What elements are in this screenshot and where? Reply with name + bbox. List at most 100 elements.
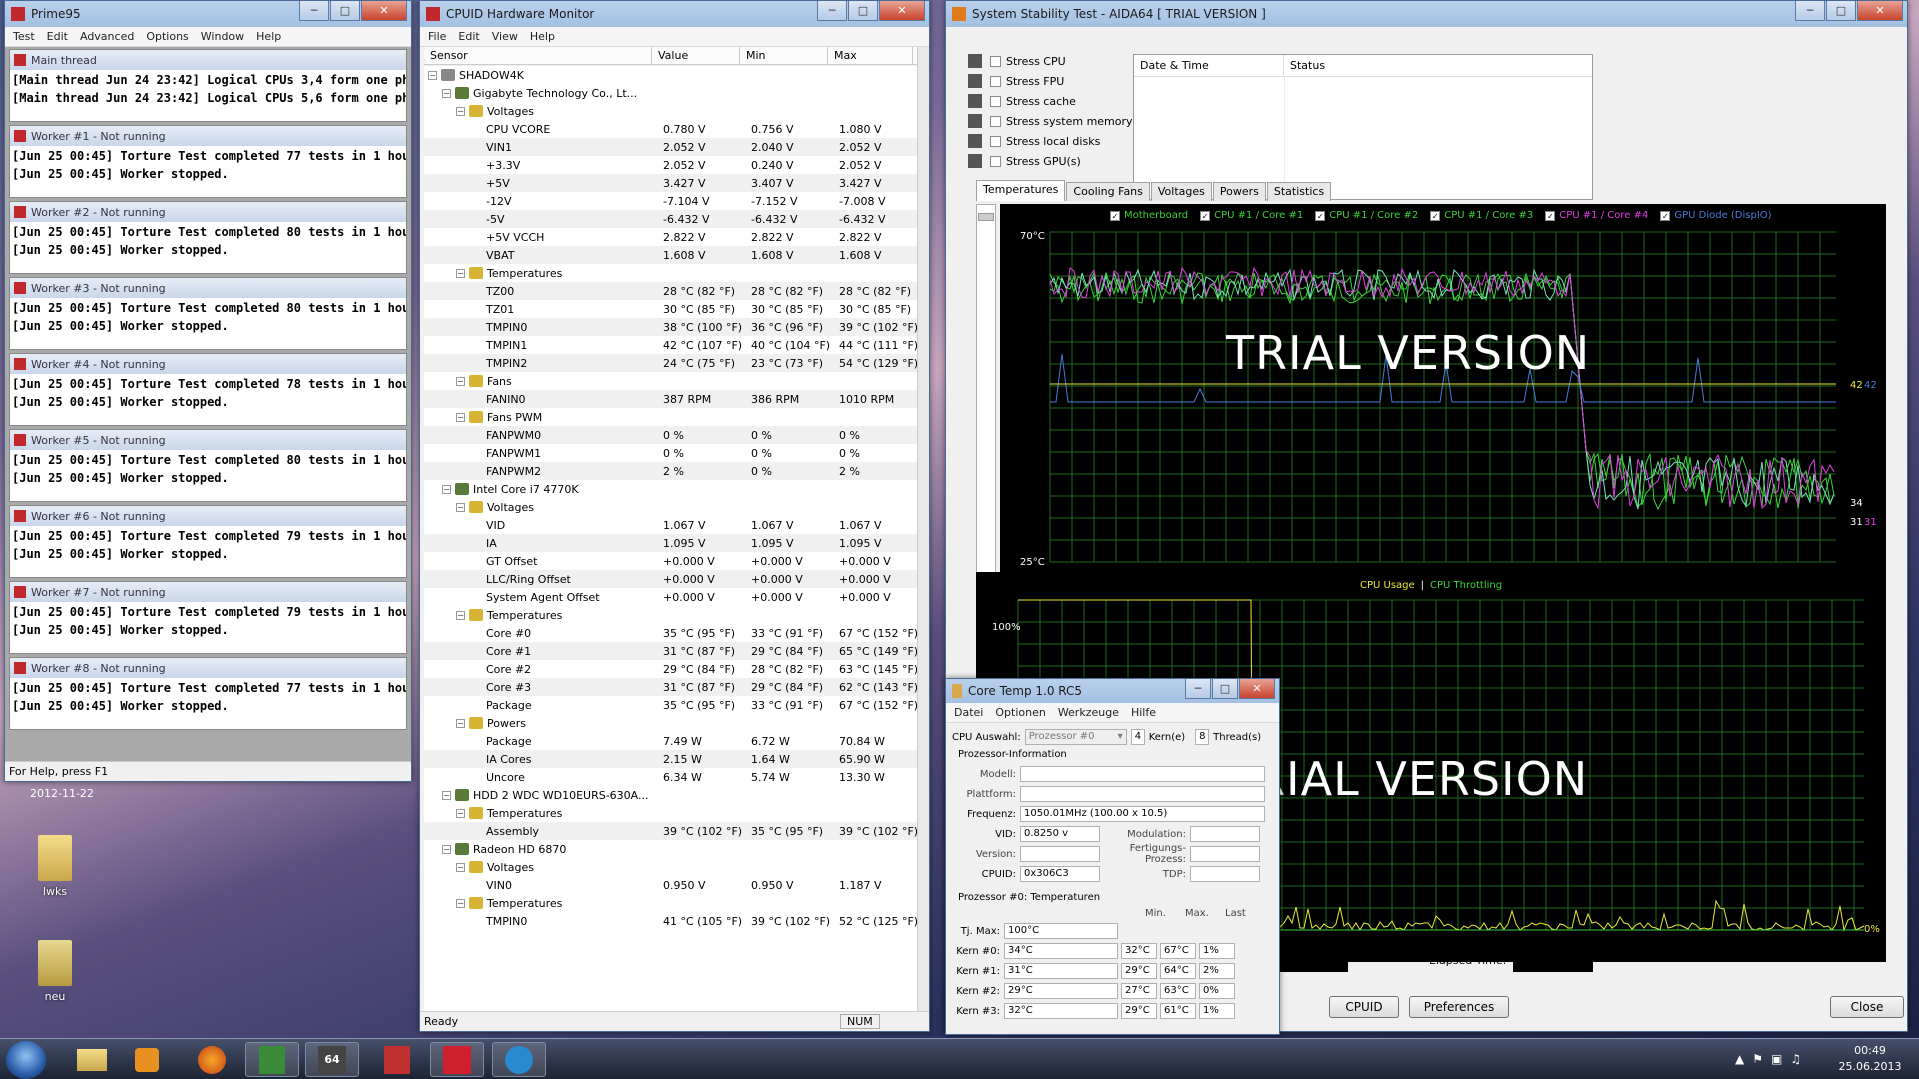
sensor-row[interactable]: Uncore 6.34 W 5.74 W 13.30 W <box>424 768 917 786</box>
expand-toggle[interactable]: − <box>456 268 465 278</box>
sensor-row[interactable]: Core #2 29 °C (84 °F) 28 °C (82 °F) 63 °… <box>424 660 917 678</box>
sensor-row[interactable]: FANPWM0 0 % 0 % 0 % <box>424 426 917 444</box>
cpu-select-dropdown[interactable]: Prozessor #0 ▾ <box>1024 729 1127 745</box>
sensor-row[interactable]: TZ01 30 °C (85 °F) 30 °C (85 °F) 30 °C (… <box>424 300 917 318</box>
taskbar-firefox-icon[interactable] <box>185 1042 239 1077</box>
expand-toggle[interactable]: − <box>456 718 465 728</box>
column-min[interactable]: Min <box>740 47 828 64</box>
hwmonitor-titlebar[interactable]: CPUID Hardware Monitor ─ □ ✕ <box>420 1 929 27</box>
sensor-row[interactable]: +3.3V 2.052 V 0.240 V 2.052 V <box>424 156 917 174</box>
sensor-group-row[interactable]: − Temperatures <box>424 804 917 822</box>
stress-checkbox[interactable]: Stress system memory <box>968 111 1138 131</box>
expand-toggle[interactable]: − <box>456 376 465 386</box>
minimize-button[interactable]: ─ <box>1795 1 1825 21</box>
column-max[interactable]: Max <box>828 47 913 64</box>
tab-voltages[interactable]: Voltages <box>1150 182 1212 201</box>
tab-statistics[interactable]: Statistics <box>1266 182 1332 201</box>
sensor-row[interactable]: TMPIN0 41 °C (105 °F) 39 °C (102 °F) 52 … <box>424 912 917 930</box>
graph-slider[interactable] <box>976 204 996 594</box>
sensor-row[interactable]: FANPWM1 0 % 0 % 0 % <box>424 444 917 462</box>
legend-item[interactable]: ✓ Motherboard <box>1110 210 1188 221</box>
checkbox[interactable] <box>990 135 1001 147</box>
stress-checkbox[interactable]: Stress GPU(s) <box>968 151 1138 171</box>
main-thread-window[interactable]: Main thread [Main thread Jun 24 23:42] L… <box>9 49 407 122</box>
sensor-group-row[interactable]: − Intel Core i7 4770K <box>424 480 917 498</box>
column-date-time[interactable]: Date & Time <box>1134 55 1284 76</box>
legend-item[interactable]: ✓ CPU #1 / Core #2 <box>1315 210 1418 221</box>
maximize-button[interactable]: □ <box>330 1 360 21</box>
minimize-button[interactable]: ─ <box>1185 679 1211 699</box>
sensor-row[interactable]: -5V -6.432 V -6.432 V -6.432 V <box>424 210 917 228</box>
stress-checkbox[interactable]: Stress CPU <box>968 51 1138 71</box>
menu-hilfe[interactable]: Hilfe <box>1131 706 1156 719</box>
expand-toggle[interactable]: − <box>456 898 465 908</box>
menu-file[interactable]: File <box>428 30 446 43</box>
worker-window[interactable]: Worker #6 - Not running [Jun 25 00:45] T… <box>9 505 407 578</box>
taskbar-aida-icon[interactable] <box>245 1042 299 1077</box>
menu-view[interactable]: View <box>492 30 518 43</box>
start-button[interactable] <box>6 1041 46 1079</box>
sensor-row[interactable]: VIN1 2.052 V 2.040 V 2.052 V <box>424 138 917 156</box>
column-status[interactable]: Status <box>1284 55 1325 76</box>
expand-toggle[interactable]: − <box>456 808 465 818</box>
minimize-button[interactable]: ─ <box>817 1 847 21</box>
worker-window[interactable]: Worker #8 - Not running [Jun 25 00:45] T… <box>9 657 407 730</box>
checkbox[interactable] <box>990 95 1001 107</box>
sensor-row[interactable]: Assembly 39 °C (102 °F) 35 °C (95 °F) 39… <box>424 822 917 840</box>
expand-toggle[interactable]: − <box>456 412 465 422</box>
sensor-row[interactable]: Package 7.49 W 6.72 W 70.84 W <box>424 732 917 750</box>
sensor-row[interactable]: Package 35 °C (95 °F) 33 °C (91 °F) 67 °… <box>424 696 917 714</box>
menu-edit[interactable]: Edit <box>47 30 68 43</box>
expand-toggle[interactable]: − <box>456 106 465 116</box>
sensor-group-row[interactable]: − Voltages <box>424 858 917 876</box>
sensor-group-row[interactable]: − Fans PWM <box>424 408 917 426</box>
sensor-group-row[interactable]: − Powers <box>424 714 917 732</box>
sensor-group-row[interactable]: − HDD 2 WDC WD10EURS-630A... <box>424 786 917 804</box>
checkbox[interactable] <box>990 115 1001 127</box>
network-icon[interactable]: ▣ <box>1771 1052 1782 1068</box>
legend-item[interactable]: ✓ CPU #1 / Core #3 <box>1430 210 1533 221</box>
sensor-row[interactable]: VIN0 0.950 V 0.950 V 1.187 V <box>424 876 917 894</box>
worker-window[interactable]: Worker #4 - Not running [Jun 25 00:45] T… <box>9 353 407 426</box>
cpuid-button[interactable]: CPUID <box>1329 996 1399 1018</box>
checkbox[interactable] <box>990 75 1001 87</box>
sensor-row[interactable]: Core #1 31 °C (87 °F) 29 °C (84 °F) 65 °… <box>424 642 917 660</box>
column-value[interactable]: Value <box>652 47 740 64</box>
clock[interactable]: 00:49 25.06.2013 <box>1835 1043 1905 1075</box>
sensor-group-row[interactable]: − Gigabyte Technology Co., Lt... <box>424 84 917 102</box>
maximize-button[interactable]: □ <box>1826 1 1856 21</box>
taskbar-media-player-icon[interactable] <box>120 1042 174 1077</box>
taskbar-explorer-icon[interactable] <box>65 1042 119 1077</box>
coretemp-titlebar[interactable]: Core Temp 1.0 RC5 ─ □ ✕ <box>946 679 1279 703</box>
close-button[interactable]: Close <box>1830 996 1904 1018</box>
legend-item[interactable]: ✓ CPU #1 / Core #4 <box>1545 210 1648 221</box>
checkbox[interactable] <box>990 55 1001 67</box>
close-button[interactable]: ✕ <box>1857 1 1903 21</box>
stress-checkbox[interactable]: Stress local disks <box>968 131 1138 151</box>
taskbar-flash-icon[interactable] <box>370 1042 424 1077</box>
sensor-row[interactable]: CPU VCORE 0.780 V 0.756 V 1.080 V <box>424 120 917 138</box>
hw-scrollbar[interactable] <box>917 47 929 1014</box>
flag-icon[interactable]: ⚑ <box>1752 1052 1763 1068</box>
legend-item[interactable]: ✓ CPU #1 / Core #1 <box>1200 210 1303 221</box>
menu-help[interactable]: Help <box>256 30 281 43</box>
tab-temperatures[interactable]: Temperatures <box>976 180 1066 201</box>
sensor-group-row[interactable]: − Temperatures <box>424 264 917 282</box>
sensor-group-row[interactable]: − Temperatures <box>424 894 917 912</box>
aida64-titlebar[interactable]: System Stability Test - AIDA64 [ TRIAL V… <box>946 1 1907 27</box>
menu-optionen[interactable]: Optionen <box>995 706 1045 719</box>
menu-werkzeuge[interactable]: Werkzeuge <box>1058 706 1119 719</box>
expand-toggle[interactable]: − <box>456 862 465 872</box>
sensor-row[interactable]: System Agent Offset +0.000 V +0.000 V +0… <box>424 588 917 606</box>
sensor-group-row[interactable]: − Radeon HD 6870 <box>424 840 917 858</box>
worker-window[interactable]: Worker #5 - Not running [Jun 25 00:45] T… <box>9 429 407 502</box>
menu-datei[interactable]: Datei <box>954 706 983 719</box>
taskbar-aida64-icon[interactable]: 64 <box>305 1042 359 1077</box>
sensor-group-row[interactable]: − Voltages <box>424 102 917 120</box>
desktop-icon-lwks[interactable]: lwks <box>25 835 85 898</box>
sensor-row[interactable]: IA 1.095 V 1.095 V 1.095 V <box>424 534 917 552</box>
show-hidden-icons-icon[interactable]: ▲ <box>1735 1052 1744 1068</box>
stress-log-table[interactable]: Date & Time Status <box>1133 54 1593 200</box>
sensor-group-row[interactable]: − Temperatures <box>424 606 917 624</box>
tray-icons[interactable]: ▲ ⚑ ▣ ♫ <box>1735 1052 1825 1068</box>
